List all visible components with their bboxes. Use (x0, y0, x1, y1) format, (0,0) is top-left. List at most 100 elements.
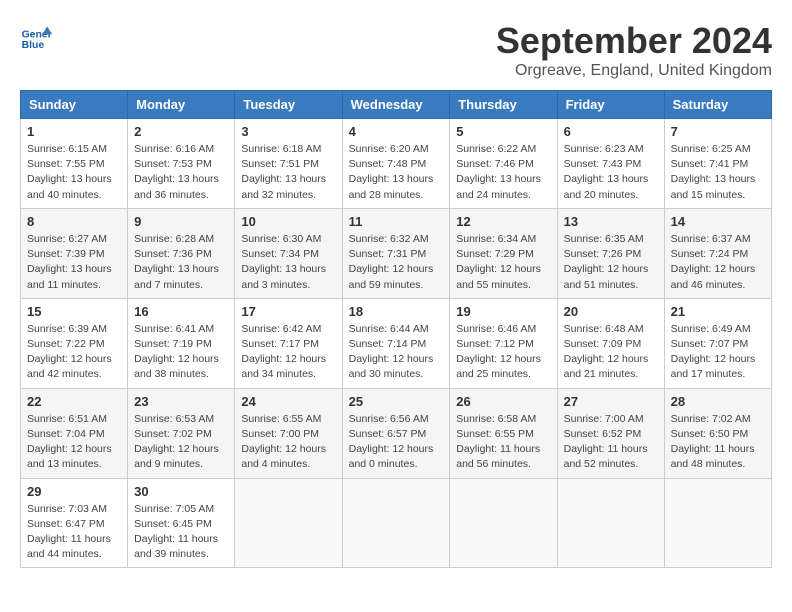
weekday-header-saturday: Saturday (664, 91, 771, 119)
weekday-header-thursday: Thursday (450, 91, 557, 119)
day-number: 20 (564, 304, 658, 319)
day-number: 6 (564, 124, 658, 139)
day-number: 18 (349, 304, 444, 319)
calendar-cell: 6Sunrise: 6:23 AM Sunset: 7:43 PM Daylig… (557, 119, 664, 209)
day-number: 17 (241, 304, 335, 319)
calendar-cell (450, 478, 557, 568)
day-info: Sunrise: 6:55 AM Sunset: 7:00 PM Dayligh… (241, 412, 335, 473)
location: Orgreave, England, United Kingdom (496, 62, 772, 80)
day-info: Sunrise: 7:05 AM Sunset: 6:45 PM Dayligh… (134, 502, 228, 563)
day-number: 24 (241, 394, 335, 409)
weekday-header-row: SundayMondayTuesdayWednesdayThursdayFrid… (21, 91, 772, 119)
calendar-cell: 5Sunrise: 6:22 AM Sunset: 7:46 PM Daylig… (450, 119, 557, 209)
day-number: 13 (564, 214, 658, 229)
weekday-header-monday: Monday (128, 91, 235, 119)
day-number: 26 (456, 394, 550, 409)
day-info: Sunrise: 6:58 AM Sunset: 6:55 PM Dayligh… (456, 412, 550, 473)
calendar-cell: 24 Sunrise: 6:55 AM Sunset: 7:00 PM Dayli… (235, 388, 342, 478)
day-number: 28 (671, 394, 765, 409)
day-number: 8 (27, 214, 121, 229)
day-number: 16 (134, 304, 228, 319)
day-info: Sunrise: 6:25 AM Sunset: 7:41 PM Dayligh… (671, 142, 765, 203)
calendar-cell: 13 Sunrise: 6:35 AM Sunset: 7:26 PM Dayli… (557, 208, 664, 298)
title-block: September 2024 Orgreave, England, United… (496, 20, 772, 80)
day-number: 4 (349, 124, 444, 139)
calendar-cell: 22Sunrise: 6:51 AM Sunset: 7:04 PM Dayli… (21, 388, 128, 478)
calendar-week-row: 29 Sunrise: 7:03 AM Sunset: 6:47 PM Dayli… (21, 478, 772, 568)
calendar-cell: 26 Sunrise: 6:58 AM Sunset: 6:55 PM Dayli… (450, 388, 557, 478)
day-info: Sunrise: 6:28 AM Sunset: 7:36 PM Dayligh… (134, 232, 228, 293)
day-number: 12 (456, 214, 550, 229)
day-info: Sunrise: 6:53 AM Sunset: 7:02 PM Dayligh… (134, 412, 228, 473)
day-info: Sunrise: 6:44 AM Sunset: 7:14 PM Dayligh… (349, 322, 444, 383)
day-number: 21 (671, 304, 765, 319)
day-number: 29 (27, 484, 121, 499)
day-number: 27 (564, 394, 658, 409)
calendar-cell: 23 Sunrise: 6:53 AM Sunset: 7:02 PM Dayli… (128, 388, 235, 478)
calendar-cell (342, 478, 450, 568)
month-title: September 2024 (496, 20, 772, 62)
calendar-week-row: 1 Sunrise: 6:15 AM Sunset: 7:55 PM Daylig… (21, 119, 772, 209)
calendar-cell: 29 Sunrise: 7:03 AM Sunset: 6:47 PM Dayli… (21, 478, 128, 568)
day-number: 7 (671, 124, 765, 139)
page-header: General Blue September 2024 Orgreave, En… (20, 20, 772, 80)
calendar-table: SundayMondayTuesdayWednesdayThursdayFrid… (20, 90, 772, 568)
weekday-header-wednesday: Wednesday (342, 91, 450, 119)
day-number: 3 (241, 124, 335, 139)
calendar-cell: 25Sunrise: 6:56 AM Sunset: 6:57 PM Dayli… (342, 388, 450, 478)
calendar-week-row: 8 Sunrise: 6:27 AM Sunset: 7:39 PM Daylig… (21, 208, 772, 298)
day-number: 10 (241, 214, 335, 229)
calendar-cell: 10 Sunrise: 6:30 AM Sunset: 7:34 PM Dayli… (235, 208, 342, 298)
logo: General Blue (20, 20, 52, 52)
day-info: Sunrise: 6:48 AM Sunset: 7:09 PM Dayligh… (564, 322, 658, 383)
weekday-header-sunday: Sunday (21, 91, 128, 119)
day-info: Sunrise: 6:46 AM Sunset: 7:12 PM Dayligh… (456, 322, 550, 383)
calendar-cell: 11Sunrise: 6:32 AM Sunset: 7:31 PM Dayli… (342, 208, 450, 298)
calendar-week-row: 22Sunrise: 6:51 AM Sunset: 7:04 PM Dayli… (21, 388, 772, 478)
day-info: Sunrise: 6:35 AM Sunset: 7:26 PM Dayligh… (564, 232, 658, 293)
day-number: 14 (671, 214, 765, 229)
calendar-cell: 9 Sunrise: 6:28 AM Sunset: 7:36 PM Daylig… (128, 208, 235, 298)
weekday-header-friday: Friday (557, 91, 664, 119)
calendar-cell: 14 Sunrise: 6:37 AM Sunset: 7:24 PM Dayli… (664, 208, 771, 298)
day-number: 9 (134, 214, 228, 229)
day-info: Sunrise: 6:37 AM Sunset: 7:24 PM Dayligh… (671, 232, 765, 293)
calendar-cell: 18 Sunrise: 6:44 AM Sunset: 7:14 PM Dayli… (342, 298, 450, 388)
day-info: Sunrise: 6:42 AM Sunset: 7:17 PM Dayligh… (241, 322, 335, 383)
day-info: Sunrise: 6:30 AM Sunset: 7:34 PM Dayligh… (241, 232, 335, 293)
calendar-cell: 8 Sunrise: 6:27 AM Sunset: 7:39 PM Daylig… (21, 208, 128, 298)
logo-icon: General Blue (20, 20, 52, 52)
day-info: Sunrise: 7:02 AM Sunset: 6:50 PM Dayligh… (671, 412, 765, 473)
day-number: 1 (27, 124, 121, 139)
calendar-cell: 17 Sunrise: 6:42 AM Sunset: 7:17 PM Dayli… (235, 298, 342, 388)
day-number: 15 (27, 304, 121, 319)
day-info: Sunrise: 6:16 AM Sunset: 7:53 PM Dayligh… (134, 142, 228, 203)
calendar-cell: 21 Sunrise: 6:49 AM Sunset: 7:07 PM Dayli… (664, 298, 771, 388)
day-info: Sunrise: 6:20 AM Sunset: 7:48 PM Dayligh… (349, 142, 444, 203)
day-info: Sunrise: 6:34 AM Sunset: 7:29 PM Dayligh… (456, 232, 550, 293)
calendar-cell: 3 Sunrise: 6:18 AM Sunset: 7:51 PM Daylig… (235, 119, 342, 209)
day-info: Sunrise: 6:15 AM Sunset: 7:55 PM Dayligh… (27, 142, 121, 203)
calendar-cell: 20 Sunrise: 6:48 AM Sunset: 7:09 PM Dayli… (557, 298, 664, 388)
calendar-cell: 15Sunrise: 6:39 AM Sunset: 7:22 PM Dayli… (21, 298, 128, 388)
day-number: 19 (456, 304, 550, 319)
day-info: Sunrise: 7:03 AM Sunset: 6:47 PM Dayligh… (27, 502, 121, 563)
weekday-header-tuesday: Tuesday (235, 91, 342, 119)
day-number: 23 (134, 394, 228, 409)
calendar-cell: 30Sunrise: 7:05 AM Sunset: 6:45 PM Dayli… (128, 478, 235, 568)
calendar-cell: 19 Sunrise: 6:46 AM Sunset: 7:12 PM Dayli… (450, 298, 557, 388)
day-info: Sunrise: 6:41 AM Sunset: 7:19 PM Dayligh… (134, 322, 228, 383)
calendar-cell (557, 478, 664, 568)
day-number: 11 (349, 214, 444, 229)
calendar-cell: 12 Sunrise: 6:34 AM Sunset: 7:29 PM Dayli… (450, 208, 557, 298)
calendar-cell: 1 Sunrise: 6:15 AM Sunset: 7:55 PM Daylig… (21, 119, 128, 209)
calendar-cell: 2 Sunrise: 6:16 AM Sunset: 7:53 PM Daylig… (128, 119, 235, 209)
day-info: Sunrise: 6:18 AM Sunset: 7:51 PM Dayligh… (241, 142, 335, 203)
day-number: 2 (134, 124, 228, 139)
day-number: 22 (27, 394, 121, 409)
calendar-cell: 28 Sunrise: 7:02 AM Sunset: 6:50 PM Dayli… (664, 388, 771, 478)
svg-text:Blue: Blue (22, 40, 45, 51)
day-info: Sunrise: 6:49 AM Sunset: 7:07 PM Dayligh… (671, 322, 765, 383)
day-info: Sunrise: 6:27 AM Sunset: 7:39 PM Dayligh… (27, 232, 121, 293)
calendar-week-row: 15Sunrise: 6:39 AM Sunset: 7:22 PM Dayli… (21, 298, 772, 388)
